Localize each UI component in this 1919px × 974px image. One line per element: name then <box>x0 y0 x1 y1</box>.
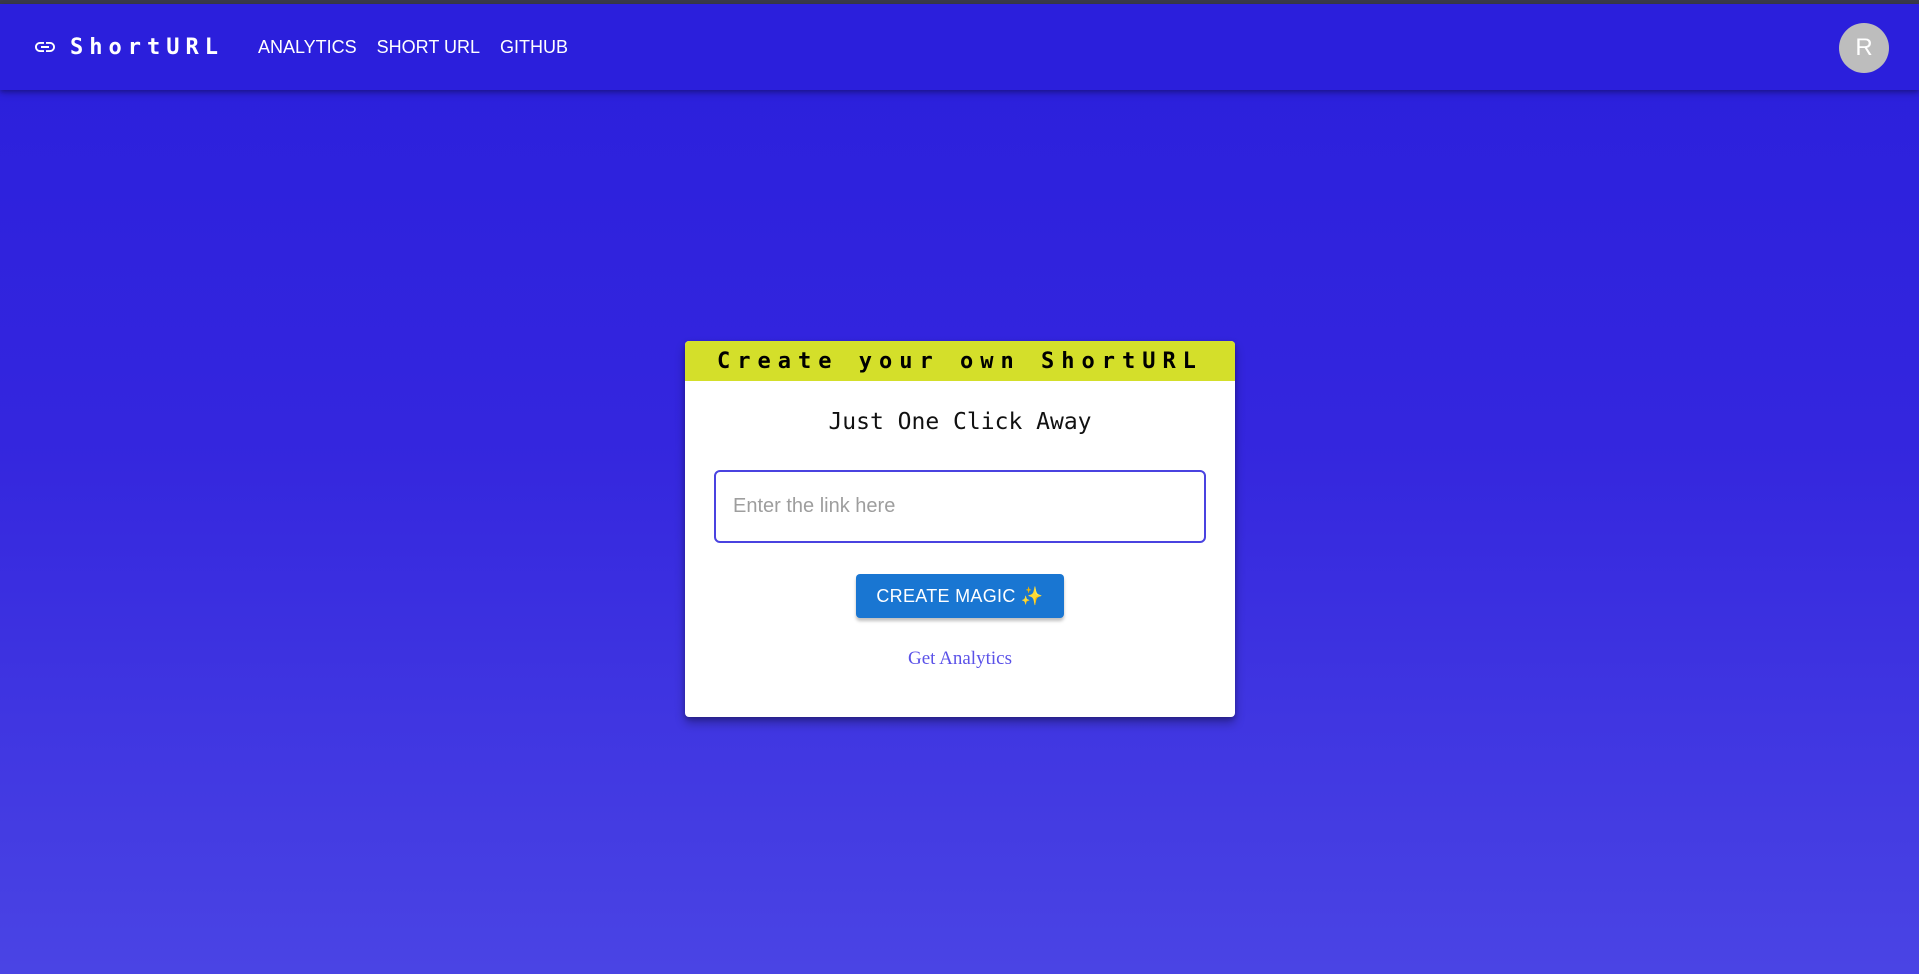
card-subtitle: Just One Click Away <box>828 409 1092 435</box>
brand[interactable]: ShortURL <box>32 34 224 60</box>
app-bar: ShortURL ANALYTICS SHORT URL GITHUB R <box>0 4 1919 90</box>
nav-item-analytics[interactable]: ANALYTICS <box>248 29 367 66</box>
main-nav: ANALYTICS SHORT URL GITHUB <box>248 29 578 66</box>
link-icon <box>32 34 58 60</box>
create-magic-button[interactable]: CREATE MAGIC ✨ <box>856 574 1064 618</box>
card-title: Create your own ShortURL <box>685 341 1235 381</box>
avatar[interactable]: R <box>1839 23 1889 73</box>
link-input[interactable] <box>714 470 1206 543</box>
nav-item-github[interactable]: GITHUB <box>490 29 578 66</box>
get-analytics-link[interactable]: Get Analytics <box>685 648 1235 670</box>
shorten-card: Create your own ShortURL Just One Click … <box>685 341 1235 717</box>
nav-item-short-url[interactable]: SHORT URL <box>367 29 490 66</box>
brand-name: ShortURL <box>70 34 224 60</box>
